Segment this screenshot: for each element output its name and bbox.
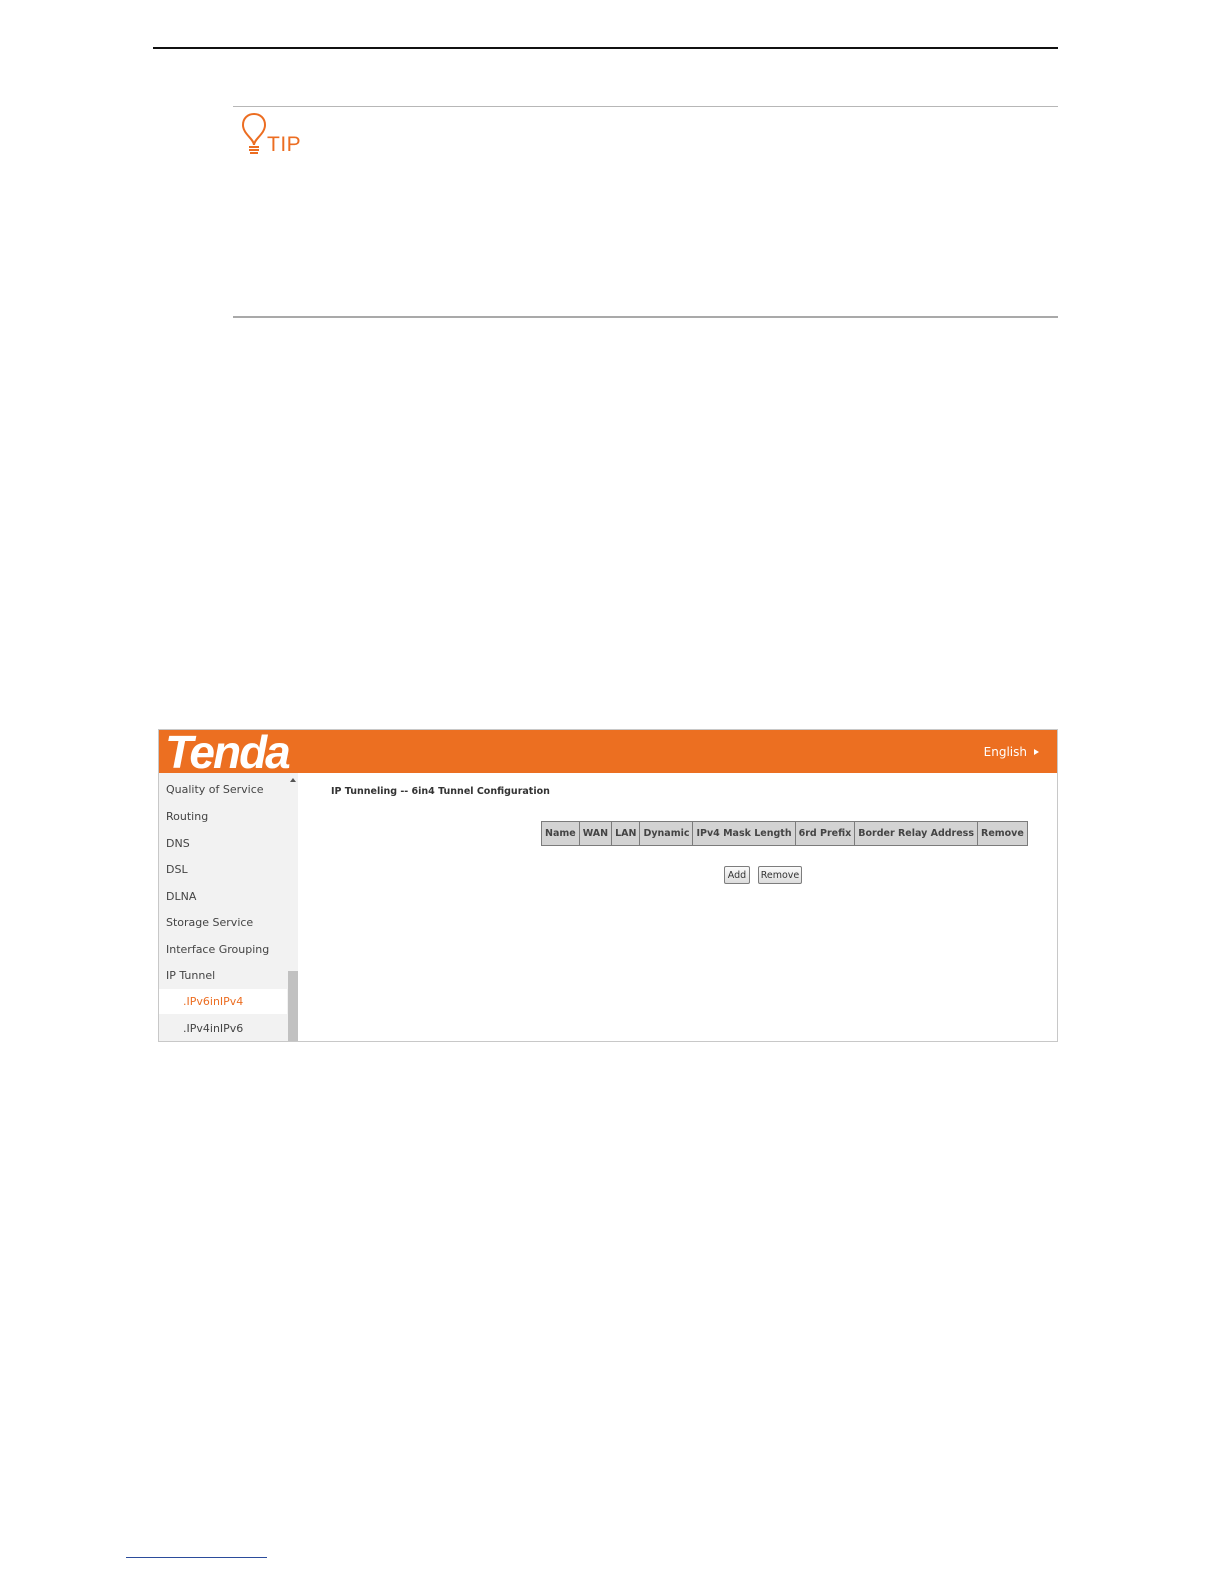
tip-label: TIP <box>267 133 302 156</box>
column-header-lan: LAN <box>611 821 641 846</box>
column-header-remove: Remove <box>977 821 1028 846</box>
sidebar-item-interface-grouping[interactable]: Interface Grouping <box>166 943 269 956</box>
tunnel-config-table: Name WAN LAN Dynamic IPv4 Mask Length 6r… <box>541 821 1028 846</box>
column-header-6rd-prefix: 6rd Prefix <box>794 821 856 846</box>
sidebar-item-dns[interactable]: DNS <box>166 837 190 850</box>
language-label: English <box>983 745 1027 759</box>
remove-button[interactable]: Remove <box>758 866 802 884</box>
tenda-logo-text: Tenda <box>165 730 290 773</box>
language-selector[interactable]: English <box>984 745 1039 759</box>
tenda-logo: Tenda <box>165 730 292 773</box>
column-header-dynamic: Dynamic <box>639 821 694 846</box>
sidebar-item-quality-of-service[interactable]: Quality of Service <box>166 783 264 796</box>
tip-box <box>233 106 1058 318</box>
sidebar-item-dsl[interactable]: DSL <box>166 863 188 876</box>
page-title: IP Tunneling -- 6in4 Tunnel Configuratio… <box>331 786 550 797</box>
sidebar-item-ipv4inipv6[interactable]: .IPv4inIPv6 <box>183 1022 243 1035</box>
sidebar-item-ipv6inipv4[interactable]: .IPv6inIPv4 <box>183 995 243 1008</box>
add-button[interactable]: Add <box>724 866 750 884</box>
sidebar: Quality of Service Routing DNS DSL DLNA … <box>159 773 298 1041</box>
sidebar-item-routing[interactable]: Routing <box>166 810 208 823</box>
scroll-up-arrow-icon[interactable] <box>290 778 296 782</box>
sidebar-item-dlna[interactable]: DLNA <box>166 890 196 903</box>
page-top-rule <box>153 47 1058 49</box>
sidebar-item-ip-tunnel[interactable]: IP Tunnel <box>166 969 215 982</box>
footer-link-underline[interactable] <box>126 1557 267 1558</box>
caret-right-icon <box>1034 749 1039 755</box>
column-header-ipv4-mask-length: IPv4 Mask Length <box>692 821 796 846</box>
table-header-row: Name WAN LAN Dynamic IPv4 Mask Length 6r… <box>541 821 1028 846</box>
header-bar: Tenda English <box>159 730 1057 773</box>
column-header-border-relay-address: Border Relay Address <box>854 821 978 846</box>
column-header-name: Name <box>541 821 580 846</box>
router-admin-panel: Tenda English Quality of Service Routing… <box>158 729 1058 1042</box>
scrollbar-thumb[interactable] <box>288 971 298 1041</box>
column-header-wan: WAN <box>578 821 613 846</box>
sidebar-item-storage-service[interactable]: Storage Service <box>166 916 253 929</box>
